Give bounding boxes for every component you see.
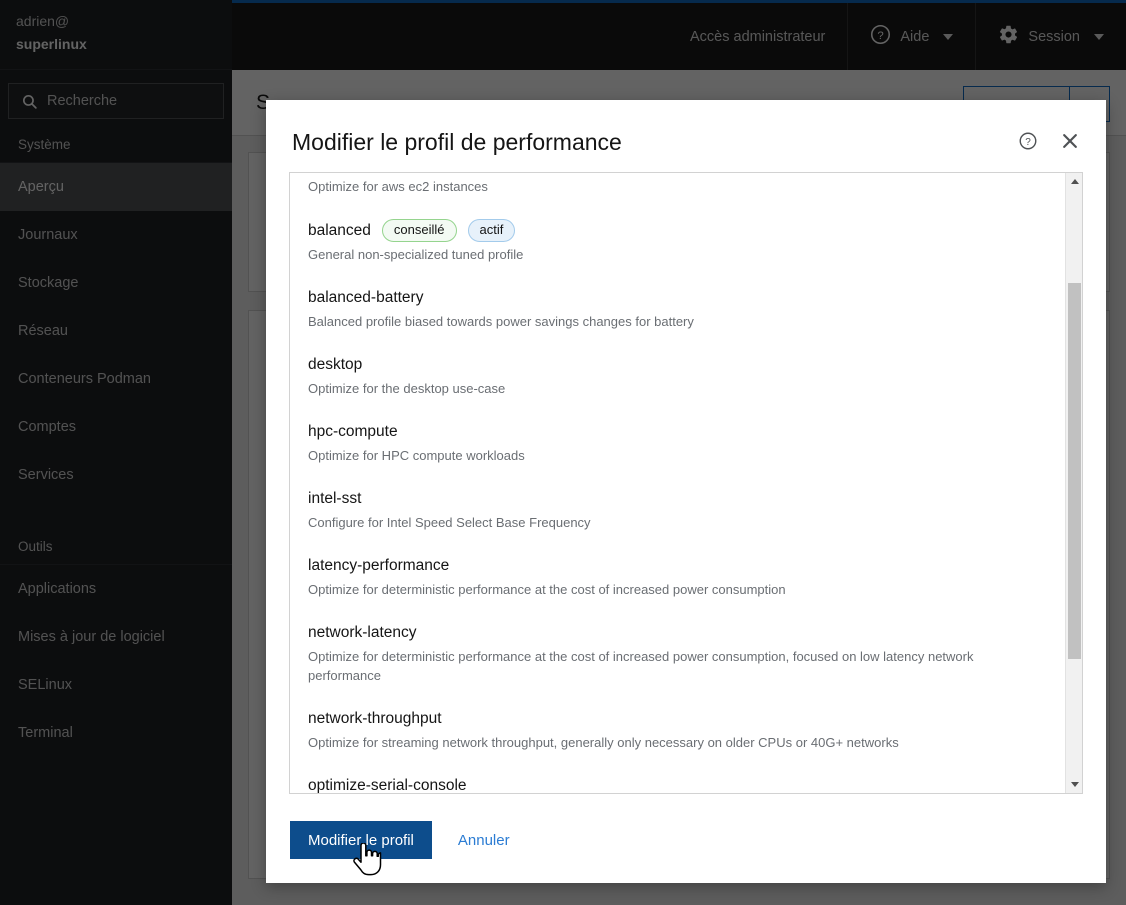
profile-option-balanced[interactable]: balanced conseillé actif General non-spe…	[290, 208, 1065, 276]
svg-text:?: ?	[1025, 137, 1031, 148]
performance-profile-dialog: Modifier le profil de performance ? Opti…	[266, 100, 1106, 883]
profile-option-name: desktop	[308, 356, 363, 373]
profile-option-name: latency-performance	[308, 557, 450, 574]
profile-option-name: hpc-compute	[308, 423, 398, 440]
profile-option-name: network-throughput	[308, 710, 442, 727]
dialog-footer: Modifier le profil Annuler	[266, 801, 1106, 883]
dialog-body: aws Optimize for aws ec2 instances balan…	[266, 172, 1106, 801]
app-root: S Accès administrateur ? Aide	[0, 0, 1126, 905]
profile-option-title-row: balanced conseillé actif	[308, 219, 1047, 242]
profile-option-title-row: network-latency	[308, 622, 1047, 644]
profile-option-name: network-latency	[308, 624, 417, 641]
dialog-header-actions: ?	[1018, 128, 1080, 151]
profile-option-title-row: balanced-battery	[308, 287, 1047, 309]
scrollbar-thumb[interactable]	[1068, 283, 1081, 659]
close-icon[interactable]	[1060, 131, 1080, 151]
profile-option-description: Optimize for streaming network throughpu…	[308, 735, 899, 750]
profile-option-name: aws	[308, 173, 336, 174]
scroll-down-arrow-icon[interactable]	[1066, 776, 1082, 793]
profile-option-name: optimize-serial-console	[308, 777, 467, 793]
profile-option-description: General non-specialized tuned profile	[308, 247, 524, 262]
profile-listbox[interactable]: aws Optimize for aws ec2 instances balan…	[289, 172, 1083, 794]
profile-option-description: Optimize for deterministic performance a…	[308, 649, 974, 683]
badge-active: actif	[467, 219, 516, 242]
profile-option-description: Configure for Intel Speed Select Base Fr…	[308, 515, 591, 530]
profile-option-title-row: optimize-serial-console	[308, 775, 1047, 793]
profile-option-title-row: desktop	[308, 354, 1047, 376]
question-circle-icon[interactable]: ?	[1018, 131, 1038, 151]
profile-option-network-latency[interactable]: network-latency Optimize for determinist…	[290, 611, 1065, 697]
list-scrollbar[interactable]	[1065, 173, 1082, 793]
profile-option-intel-sst[interactable]: intel-sst Configure for Intel Speed Sele…	[290, 477, 1065, 544]
profile-list: aws Optimize for aws ec2 instances balan…	[290, 173, 1065, 793]
profile-option-network-throughput[interactable]: network-throughput Optimize for streamin…	[290, 697, 1065, 764]
submit-profile-button[interactable]: Modifier le profil	[290, 821, 432, 859]
profile-option-optimize-serial-console[interactable]: optimize-serial-console Optimize for ser…	[290, 764, 1065, 793]
profile-option-title-row: intel-sst	[308, 488, 1047, 510]
profile-option-title-row: hpc-compute	[308, 421, 1047, 443]
profile-option-name: intel-sst	[308, 490, 362, 507]
profile-option-latency-performance[interactable]: latency-performance Optimize for determi…	[290, 544, 1065, 611]
profile-option-aws[interactable]: aws Optimize for aws ec2 instances	[290, 173, 1065, 208]
profile-option-desktop[interactable]: desktop Optimize for the desktop use-cas…	[290, 343, 1065, 410]
badge-recommended: conseillé	[381, 219, 457, 242]
cancel-button[interactable]: Annuler	[444, 821, 524, 859]
profile-option-description: Optimize for the desktop use-case	[308, 381, 506, 396]
profile-option-name: balanced-battery	[308, 289, 424, 306]
dialog-header: Modifier le profil de performance ?	[266, 100, 1106, 172]
profile-option-description: Optimize for deterministic performance a…	[308, 582, 786, 597]
profile-option-description: Optimize for aws ec2 instances	[308, 179, 488, 194]
profile-option-description: Balanced profile biased towards power sa…	[308, 314, 694, 329]
profile-option-title-row: network-throughput	[308, 708, 1047, 730]
profile-option-name: balanced	[308, 221, 371, 239]
profile-option-description: Optimize for HPC compute workloads	[308, 448, 525, 463]
triangle-down-icon	[1070, 782, 1079, 787]
triangle-up-icon	[1070, 179, 1079, 184]
profile-option-title-row: aws	[308, 173, 1047, 174]
scroll-up-arrow-icon[interactable]	[1066, 173, 1082, 190]
profile-option-title-row: latency-performance	[308, 555, 1047, 577]
profile-option-hpc-compute[interactable]: hpc-compute Optimize for HPC compute wor…	[290, 410, 1065, 477]
profile-list-viewport: aws Optimize for aws ec2 instances balan…	[290, 173, 1065, 793]
dialog-title: Modifier le profil de performance	[292, 129, 622, 155]
profile-option-balanced-battery[interactable]: balanced-battery Balanced profile biased…	[290, 276, 1065, 343]
